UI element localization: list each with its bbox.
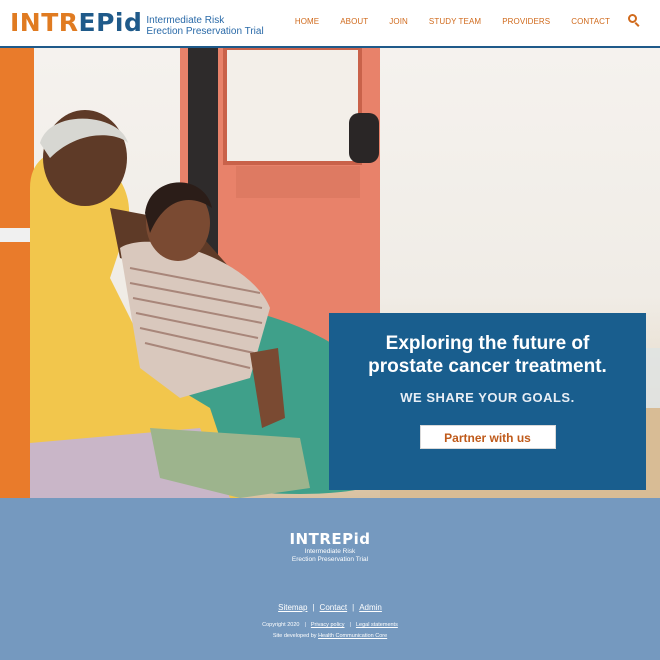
site-footer: INTREPid Intermediate Risk Erection Pres… xyxy=(0,498,660,660)
nav-join[interactable]: JOIN xyxy=(389,17,408,26)
footer-separator: | xyxy=(352,603,355,612)
logo-wordmark: INTREPid xyxy=(10,9,142,37)
footer-logo[interactable]: INTREPid Intermediate Risk Erection Pres… xyxy=(0,530,660,564)
footer-separator: | xyxy=(312,603,315,612)
site-header: INTREPid Intermediate Risk Erection Pres… xyxy=(0,0,660,48)
main-nav: HOME ABOUT JOIN STUDY TEAM PROVIDERS CON… xyxy=(295,14,640,27)
footer-separator: | xyxy=(304,622,306,628)
hero-title-line1: Exploring the future of xyxy=(385,333,590,354)
logo-tagline: Intermediate Risk Erection Preservation … xyxy=(146,15,263,37)
hero-callout: Exploring the future of prostate cancer … xyxy=(329,313,646,490)
footer-logo-tagline: Intermediate Risk Erection Preservation … xyxy=(0,548,660,564)
nav-study-team[interactable]: STUDY TEAM xyxy=(429,17,481,26)
partner-with-us-button[interactable]: Partner with us xyxy=(419,425,556,449)
hero-title-line2: prostate cancer treatment. xyxy=(368,356,607,377)
footer-link-contact[interactable]: Contact xyxy=(320,603,348,612)
developed-by-text: Site developed by xyxy=(272,633,317,639)
hero-subtitle: WE SHARE YOUR GOALS. xyxy=(400,390,575,405)
logo-word-part1: INTR xyxy=(10,8,79,37)
logo-tagline-line2: Erection Preservation Trial xyxy=(146,26,264,37)
footer-logo-tagline-line1: Intermediate Risk xyxy=(304,548,356,555)
footer-developer-credit: Site developed by Health Communication C… xyxy=(0,633,660,639)
privacy-policy-link[interactable]: Privacy policy xyxy=(311,622,345,628)
hero-title: Exploring the future of prostate cancer … xyxy=(329,332,646,378)
hero-section: Exploring the future of prostate cancer … xyxy=(0,48,660,498)
footer-link-sitemap[interactable]: Sitemap xyxy=(278,603,307,612)
footer-separator: | xyxy=(349,622,351,628)
footer-logo-wordmark: INTREPid xyxy=(289,530,371,548)
legal-statements-link[interactable]: Legal statements xyxy=(356,622,398,628)
nav-home[interactable]: HOME xyxy=(295,17,319,26)
nav-about[interactable]: ABOUT xyxy=(340,17,368,26)
logo-tagline-line1: Intermediate Risk xyxy=(146,15,225,26)
footer-link-admin[interactable]: Admin xyxy=(359,603,382,612)
nav-contact[interactable]: CONTACT xyxy=(571,17,610,26)
developer-link[interactable]: Health Communication Core xyxy=(318,633,387,639)
site-logo[interactable]: INTREPid Intermediate Risk Erection Pres… xyxy=(10,6,264,42)
logo-word-part2: EPid xyxy=(78,8,143,37)
copyright-text: Copyright 2020 xyxy=(262,622,300,628)
footer-logo-tagline-line2: Erection Preservation Trial xyxy=(291,556,369,563)
nav-providers[interactable]: PROVIDERS xyxy=(502,17,550,26)
footer-copyright: Copyright 2020 | Privacy policy | Legal stat… xyxy=(0,622,660,628)
footer-links: Sitemap | Contact | Admin xyxy=(0,603,660,612)
search-icon[interactable] xyxy=(628,14,640,27)
